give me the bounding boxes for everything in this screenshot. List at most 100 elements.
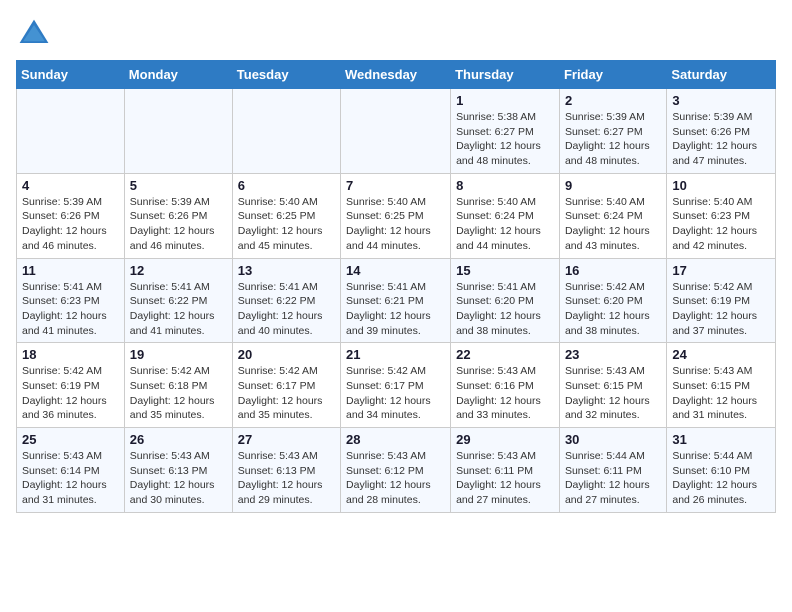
day-info: Sunrise: 5:38 AM Sunset: 6:27 PM Dayligh…	[456, 110, 554, 169]
day-info: Sunrise: 5:44 AM Sunset: 6:11 PM Dayligh…	[565, 449, 661, 508]
day-number: 15	[456, 263, 554, 278]
day-number: 29	[456, 432, 554, 447]
day-number: 23	[565, 347, 661, 362]
day-info: Sunrise: 5:43 AM Sunset: 6:12 PM Dayligh…	[346, 449, 445, 508]
day-info: Sunrise: 5:41 AM Sunset: 6:23 PM Dayligh…	[22, 280, 119, 339]
day-cell-23: 23 Sunrise: 5:43 AM Sunset: 6:15 PM Dayli…	[559, 343, 666, 428]
day-cell-31: 31 Sunrise: 5:44 AM Sunset: 6:10 PM Dayli…	[667, 428, 776, 513]
day-number: 4	[22, 178, 119, 193]
day-info: Sunrise: 5:39 AM Sunset: 6:26 PM Dayligh…	[130, 195, 227, 254]
day-cell-21: 21Sunrise: 5:42 AM Sunset: 6:17 PM Dayli…	[341, 343, 451, 428]
day-cell-7: 7 Sunrise: 5:40 AM Sunset: 6:25 PM Daylig…	[341, 173, 451, 258]
calendar-table: SundayMondayTuesdayWednesdayThursdayFrid…	[16, 60, 776, 513]
day-info: Sunrise: 5:43 AM Sunset: 6:16 PM Dayligh…	[456, 364, 554, 423]
day-info: Sunrise: 5:40 AM Sunset: 6:25 PM Dayligh…	[238, 195, 335, 254]
week-row-5: 25 Sunrise: 5:43 AM Sunset: 6:14 PM Dayli…	[17, 428, 776, 513]
day-cell-18: 18 Sunrise: 5:42 AM Sunset: 6:19 PM Dayli…	[17, 343, 125, 428]
day-cell-1: 1 Sunrise: 5:38 AM Sunset: 6:27 PM Daylig…	[451, 89, 560, 174]
day-number: 14	[346, 263, 445, 278]
day-info: Sunrise: 5:40 AM Sunset: 6:23 PM Dayligh…	[672, 195, 770, 254]
day-cell-6: 6 Sunrise: 5:40 AM Sunset: 6:25 PM Daylig…	[232, 173, 340, 258]
week-row-1: 1 Sunrise: 5:38 AM Sunset: 6:27 PM Daylig…	[17, 89, 776, 174]
day-cell-2: 2 Sunrise: 5:39 AM Sunset: 6:27 PM Daylig…	[559, 89, 666, 174]
day-cell-10: 10 Sunrise: 5:40 AM Sunset: 6:23 PM Dayli…	[667, 173, 776, 258]
day-info: Sunrise: 5:43 AM Sunset: 6:15 PM Dayligh…	[565, 364, 661, 423]
day-info: Sunrise: 5:42 AM Sunset: 6:18 PM Dayligh…	[130, 364, 227, 423]
day-info: Sunrise: 5:40 AM Sunset: 6:24 PM Dayligh…	[565, 195, 661, 254]
day-info: Sunrise: 5:41 AM Sunset: 6:20 PM Dayligh…	[456, 280, 554, 339]
day-cell-11: 11 Sunrise: 5:41 AM Sunset: 6:23 PM Dayli…	[17, 258, 125, 343]
day-cell-29: 29 Sunrise: 5:43 AM Sunset: 6:11 PM Dayli…	[451, 428, 560, 513]
day-number: 3	[672, 93, 770, 108]
day-number: 8	[456, 178, 554, 193]
day-number: 18	[22, 347, 119, 362]
day-number: 10	[672, 178, 770, 193]
day-cell-25: 25 Sunrise: 5:43 AM Sunset: 6:14 PM Dayli…	[17, 428, 125, 513]
week-row-2: 4 Sunrise: 5:39 AM Sunset: 6:26 PM Daylig…	[17, 173, 776, 258]
day-number: 31	[672, 432, 770, 447]
day-info: Sunrise: 5:41 AM Sunset: 6:22 PM Dayligh…	[130, 280, 227, 339]
day-cell-28: 28 Sunrise: 5:43 AM Sunset: 6:12 PM Dayli…	[341, 428, 451, 513]
day-number: 21	[346, 347, 445, 362]
empty-cell	[17, 89, 125, 174]
day-cell-16: 16 Sunrise: 5:42 AM Sunset: 6:20 PM Dayli…	[559, 258, 666, 343]
day-header-wednesday: Wednesday	[341, 61, 451, 89]
logo-icon	[16, 16, 52, 52]
day-number: 24	[672, 347, 770, 362]
day-cell-30: 30 Sunrise: 5:44 AM Sunset: 6:11 PM Dayli…	[559, 428, 666, 513]
day-cell-26: 26Sunrise: 5:43 AM Sunset: 6:13 PM Dayli…	[124, 428, 232, 513]
day-number: 7	[346, 178, 445, 193]
day-info: Sunrise: 5:39 AM Sunset: 6:27 PM Dayligh…	[565, 110, 661, 169]
day-info: Sunrise: 5:43 AM Sunset: 6:13 PM Dayligh…	[238, 449, 335, 508]
day-info: Sunrise: 5:40 AM Sunset: 6:25 PM Dayligh…	[346, 195, 445, 254]
day-number: 19	[130, 347, 227, 362]
day-header-friday: Friday	[559, 61, 666, 89]
day-info: Sunrise: 5:43 AM Sunset: 6:11 PM Dayligh…	[456, 449, 554, 508]
day-cell-9: 9 Sunrise: 5:40 AM Sunset: 6:24 PM Daylig…	[559, 173, 666, 258]
day-number: 22	[456, 347, 554, 362]
day-cell-19: 19 Sunrise: 5:42 AM Sunset: 6:18 PM Dayli…	[124, 343, 232, 428]
day-info: Sunrise: 5:42 AM Sunset: 6:17 PM Dayligh…	[238, 364, 335, 423]
day-info: Sunrise: 5:43 AM Sunset: 6:14 PM Dayligh…	[22, 449, 119, 508]
day-number: 25	[22, 432, 119, 447]
week-row-4: 18 Sunrise: 5:42 AM Sunset: 6:19 PM Dayli…	[17, 343, 776, 428]
day-info: Sunrise: 5:39 AM Sunset: 6:26 PM Dayligh…	[22, 195, 119, 254]
day-info: Sunrise: 5:42 AM Sunset: 6:20 PM Dayligh…	[565, 280, 661, 339]
day-info: Sunrise: 5:41 AM Sunset: 6:21 PM Dayligh…	[346, 280, 445, 339]
day-cell-22: 22 Sunrise: 5:43 AM Sunset: 6:16 PM Dayli…	[451, 343, 560, 428]
day-header-saturday: Saturday	[667, 61, 776, 89]
day-info: Sunrise: 5:41 AM Sunset: 6:22 PM Dayligh…	[238, 280, 335, 339]
day-cell-13: 13 Sunrise: 5:41 AM Sunset: 6:22 PM Dayli…	[232, 258, 340, 343]
day-header-thursday: Thursday	[451, 61, 560, 89]
day-cell-15: 15 Sunrise: 5:41 AM Sunset: 6:20 PM Dayli…	[451, 258, 560, 343]
day-number: 28	[346, 432, 445, 447]
empty-cell	[341, 89, 451, 174]
day-number: 5	[130, 178, 227, 193]
day-number: 16	[565, 263, 661, 278]
day-number: 12	[130, 263, 227, 278]
day-cell-14: 14 Sunrise: 5:41 AM Sunset: 6:21 PM Dayli…	[341, 258, 451, 343]
day-number: 27	[238, 432, 335, 447]
day-cell-4: 4 Sunrise: 5:39 AM Sunset: 6:26 PM Daylig…	[17, 173, 125, 258]
day-number: 30	[565, 432, 661, 447]
day-info: Sunrise: 5:40 AM Sunset: 6:24 PM Dayligh…	[456, 195, 554, 254]
day-header-tuesday: Tuesday	[232, 61, 340, 89]
day-number: 11	[22, 263, 119, 278]
day-info: Sunrise: 5:42 AM Sunset: 6:19 PM Dayligh…	[22, 364, 119, 423]
day-cell-17: 17Sunrise: 5:42 AM Sunset: 6:19 PM Dayli…	[667, 258, 776, 343]
day-number: 9	[565, 178, 661, 193]
day-number: 1	[456, 93, 554, 108]
day-cell-20: 20 Sunrise: 5:42 AM Sunset: 6:17 PM Dayli…	[232, 343, 340, 428]
day-cell-12: 12 Sunrise: 5:41 AM Sunset: 6:22 PM Dayli…	[124, 258, 232, 343]
day-cell-27: 27 Sunrise: 5:43 AM Sunset: 6:13 PM Dayli…	[232, 428, 340, 513]
day-cell-3: 3Sunrise: 5:39 AM Sunset: 6:26 PM Daylig…	[667, 89, 776, 174]
day-cell-8: 8 Sunrise: 5:40 AM Sunset: 6:24 PM Daylig…	[451, 173, 560, 258]
day-number: 2	[565, 93, 661, 108]
empty-cell	[232, 89, 340, 174]
day-cell-24: 24Sunrise: 5:43 AM Sunset: 6:15 PM Dayli…	[667, 343, 776, 428]
header	[16, 16, 776, 52]
day-number: 20	[238, 347, 335, 362]
day-number: 13	[238, 263, 335, 278]
day-info: Sunrise: 5:44 AM Sunset: 6:10 PM Dayligh…	[672, 449, 770, 508]
day-number: 6	[238, 178, 335, 193]
